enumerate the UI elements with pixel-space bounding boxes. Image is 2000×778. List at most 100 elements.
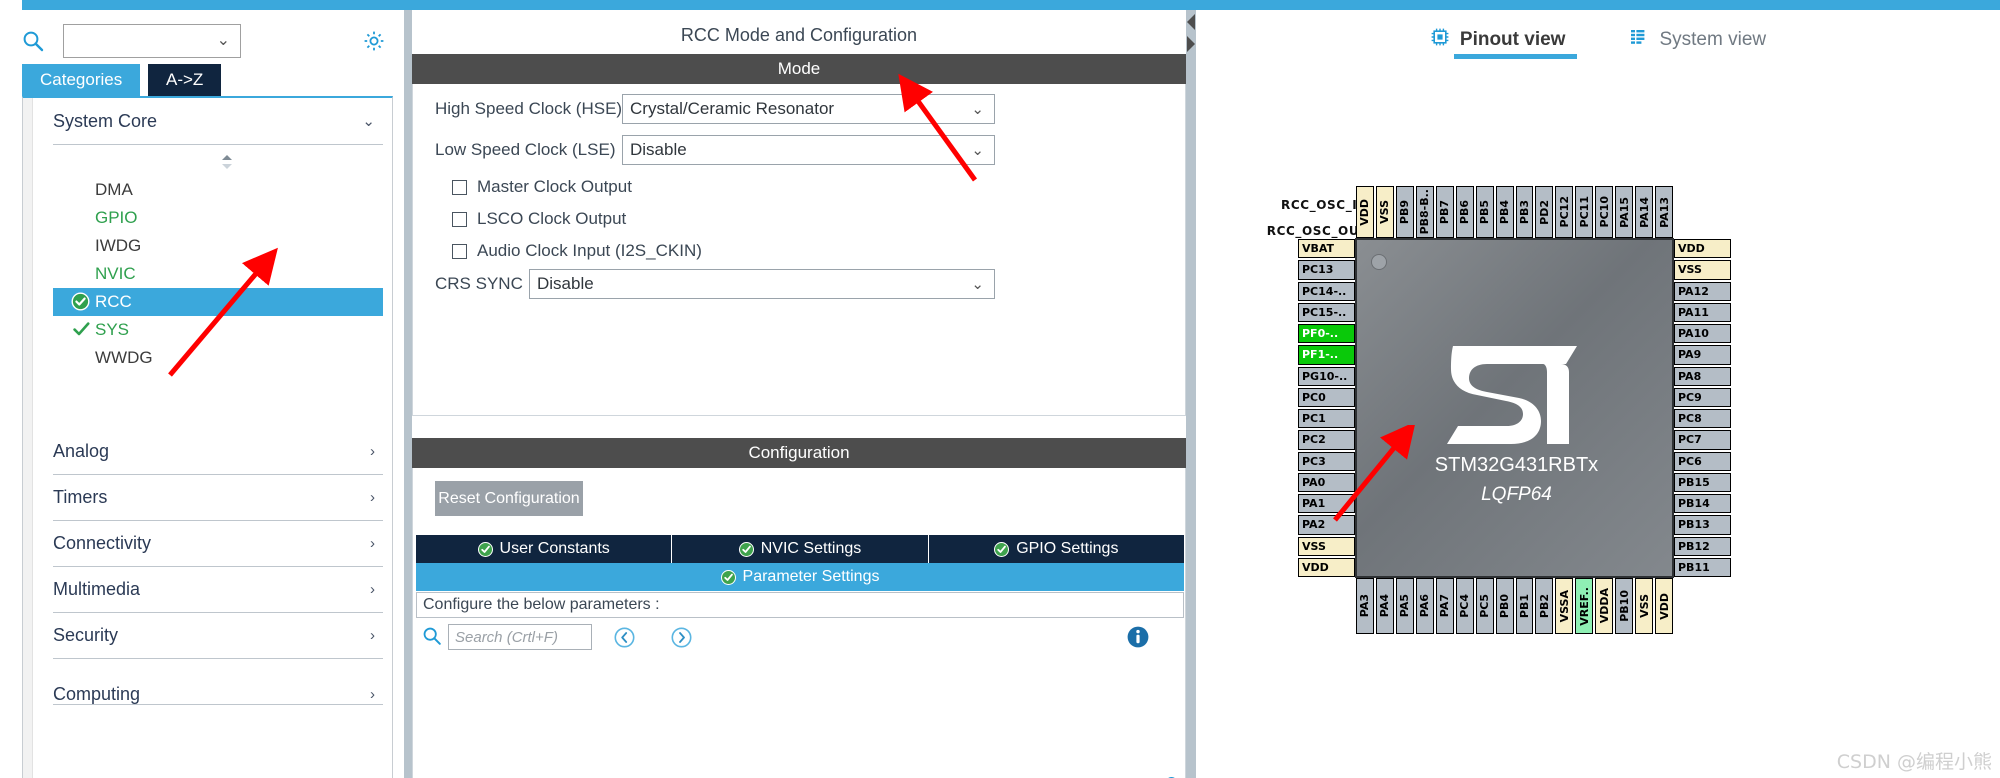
pin-right-pb11[interactable]: PB11 bbox=[1674, 557, 1731, 577]
pin-bottom-vdda[interactable]: VDDA bbox=[1595, 578, 1614, 634]
pin-top-pb7[interactable]: PB7 bbox=[1435, 186, 1454, 238]
pin-bottom-vref[interactable]: VREF.. bbox=[1575, 578, 1594, 634]
pin-right-vdd[interactable]: VDD bbox=[1674, 239, 1731, 259]
pin-right-pb15[interactable]: PB15 bbox=[1674, 472, 1731, 492]
pin-left-pa0[interactable]: PA0 bbox=[1298, 472, 1355, 492]
pin-bottom-pa7[interactable]: PA7 bbox=[1435, 578, 1454, 634]
pin-bottom-pb1[interactable]: PB1 bbox=[1515, 578, 1534, 634]
pin-left-vbat[interactable]: VBAT bbox=[1298, 239, 1355, 259]
pin-right-pb12[interactable]: PB12 bbox=[1674, 536, 1731, 556]
hse-select[interactable]: Crystal/Ceramic Resonator ⌄ bbox=[622, 94, 995, 124]
chevron-left-circle-icon[interactable] bbox=[614, 627, 635, 648]
pin-top-pb3[interactable]: PB3 bbox=[1515, 186, 1534, 238]
pin-left-pc0[interactable]: PC0 bbox=[1298, 387, 1355, 407]
pin-left-pc14[interactable]: PC14-.. bbox=[1298, 281, 1355, 301]
pin-left-pa2[interactable]: PA2 bbox=[1298, 515, 1355, 535]
tab-gpio-settings[interactable]: GPIO Settings bbox=[929, 535, 1184, 563]
pin-right-pa9[interactable]: PA9 bbox=[1674, 345, 1731, 365]
pin-right-pc7[interactable]: PC7 bbox=[1674, 430, 1731, 450]
pin-right-pa10[interactable]: PA10 bbox=[1674, 324, 1731, 344]
tab-pinout-view[interactable]: Pinout view bbox=[1424, 20, 1578, 60]
pin-top-vss[interactable]: VSS bbox=[1375, 186, 1394, 238]
collapse-left-arrow-icon[interactable] bbox=[1186, 12, 1196, 32]
pin-top-pc12[interactable]: PC12 bbox=[1555, 186, 1574, 238]
lsco-clock-output-checkbox[interactable]: LSCO Clock Output bbox=[452, 206, 626, 232]
gear-icon[interactable] bbox=[362, 29, 386, 53]
pin-top-pb6[interactable]: PB6 bbox=[1455, 186, 1474, 238]
crs-sync-select[interactable]: Disable ⌄ bbox=[529, 269, 995, 299]
group-header-security[interactable]: Security › bbox=[53, 612, 383, 658]
pin-left-vss[interactable]: VSS bbox=[1298, 536, 1355, 556]
tab-nvic-settings[interactable]: NVIC Settings bbox=[672, 535, 929, 563]
ip-item-iwdg[interactable]: IWDG bbox=[53, 232, 383, 260]
ip-item-nvic[interactable]: NVIC bbox=[53, 260, 383, 288]
ip-search-combobox[interactable]: ⌄ bbox=[63, 24, 241, 58]
pin-bottom-vss[interactable]: VSS bbox=[1635, 578, 1654, 634]
pin-top-pa15[interactable]: PA15 bbox=[1615, 186, 1634, 238]
tree-scroll-gutter[interactable] bbox=[23, 98, 33, 778]
pin-left-pc13[interactable]: PC13 bbox=[1298, 260, 1355, 280]
pin-right-pb14[interactable]: PB14 bbox=[1674, 494, 1731, 514]
group-header-system-core[interactable]: System Core ⌄ bbox=[53, 98, 383, 144]
pin-right-pa11[interactable]: PA11 bbox=[1674, 302, 1731, 322]
info-icon[interactable] bbox=[1126, 625, 1150, 649]
tab-parameter-settings[interactable]: Parameter Settings bbox=[416, 563, 1184, 591]
pin-left-pg10[interactable]: PG10-.. bbox=[1298, 366, 1355, 386]
ip-item-wwdg[interactable]: WWDG bbox=[53, 344, 383, 372]
pin-bottom-pa5[interactable]: PA5 bbox=[1395, 578, 1414, 634]
pin-bottom-vdd[interactable]: VDD bbox=[1655, 578, 1673, 634]
parameter-search-input[interactable]: Search (Crtl+F) bbox=[448, 624, 592, 650]
pin-left-pc15[interactable]: PC15-.. bbox=[1298, 302, 1355, 322]
tab-categories[interactable]: Categories bbox=[22, 64, 141, 96]
group-header-multimedia[interactable]: Multimedia › bbox=[53, 566, 383, 612]
pin-bottom-pa4[interactable]: PA4 bbox=[1375, 578, 1394, 634]
group-header-analog[interactable]: Analog › bbox=[53, 428, 383, 474]
pin-left-pa1[interactable]: PA1 bbox=[1298, 494, 1355, 514]
pin-right-pc6[interactable]: PC6 bbox=[1674, 451, 1731, 471]
left-splitter[interactable] bbox=[404, 10, 412, 778]
right-splitter[interactable] bbox=[1186, 10, 1196, 778]
ip-item-dma[interactable]: DMA bbox=[53, 176, 383, 204]
pin-right-pa8[interactable]: PA8 bbox=[1674, 366, 1731, 386]
tab-user-constants[interactable]: User Constants bbox=[416, 535, 673, 563]
lse-select[interactable]: Disable ⌄ bbox=[622, 135, 995, 165]
chevron-right-circle-icon[interactable] bbox=[671, 627, 692, 648]
master-clock-output-checkbox[interactable]: Master Clock Output bbox=[452, 174, 632, 200]
pin-bottom-pa3[interactable]: PA3 bbox=[1356, 578, 1374, 634]
group-header-connectivity[interactable]: Connectivity › bbox=[53, 520, 383, 566]
pin-top-pc10[interactable]: PC10 bbox=[1595, 186, 1614, 238]
pin-bottom-pc5[interactable]: PC5 bbox=[1475, 578, 1494, 634]
expand-right-arrow-icon[interactable] bbox=[1186, 34, 1196, 54]
reset-configuration-button[interactable]: Reset Configuration bbox=[435, 481, 583, 516]
pin-bottom-pb0[interactable]: PB0 bbox=[1495, 578, 1514, 634]
pin-left-pf0[interactable]: PF0-.. bbox=[1298, 324, 1355, 344]
pin-top-pa14[interactable]: PA14 bbox=[1635, 186, 1654, 238]
pin-right-pa12[interactable]: PA12 bbox=[1674, 281, 1731, 301]
ip-item-sys[interactable]: SYS bbox=[53, 316, 383, 344]
pin-top-pb8b[interactable]: PB8-B.. bbox=[1415, 186, 1434, 238]
pin-top-pd2[interactable]: PD2 bbox=[1535, 186, 1554, 238]
tab-system-view[interactable]: System view bbox=[1623, 20, 1772, 60]
pin-top-pb4[interactable]: PB4 bbox=[1495, 186, 1514, 238]
pin-right-vss[interactable]: VSS bbox=[1674, 260, 1731, 280]
pin-top-pc11[interactable]: PC11 bbox=[1575, 186, 1594, 238]
pin-bottom-pb2[interactable]: PB2 bbox=[1535, 578, 1554, 634]
pin-top-vdd[interactable]: VDD bbox=[1356, 186, 1374, 238]
pin-top-pa13[interactable]: PA13 bbox=[1655, 186, 1673, 238]
pin-bottom-pb10[interactable]: PB10 bbox=[1615, 578, 1634, 634]
pin-right-pc9[interactable]: PC9 bbox=[1674, 387, 1731, 407]
audio-clock-input-checkbox[interactable]: Audio Clock Input (I2S_CKIN) bbox=[452, 238, 702, 264]
ip-item-rcc[interactable]: RCC bbox=[53, 288, 383, 316]
ip-item-gpio[interactable]: GPIO bbox=[53, 204, 383, 232]
pin-left-pf1[interactable]: PF1-.. bbox=[1298, 345, 1355, 365]
group-header-computing[interactable]: Computing › bbox=[53, 671, 383, 717]
pin-right-pb13[interactable]: PB13 bbox=[1674, 515, 1731, 535]
tab-a-to-z[interactable]: A->Z bbox=[148, 64, 222, 96]
group-header-timers[interactable]: Timers › bbox=[53, 474, 383, 520]
scroll-up-down-spinner[interactable] bbox=[219, 154, 235, 170]
pin-left-pc2[interactable]: PC2 bbox=[1298, 430, 1355, 450]
pin-top-pb9[interactable]: PB9 bbox=[1395, 186, 1414, 238]
pin-bottom-pa6[interactable]: PA6 bbox=[1415, 578, 1434, 634]
pin-bottom-vssa[interactable]: VSSA bbox=[1555, 578, 1574, 634]
pin-left-pc1[interactable]: PC1 bbox=[1298, 409, 1355, 429]
